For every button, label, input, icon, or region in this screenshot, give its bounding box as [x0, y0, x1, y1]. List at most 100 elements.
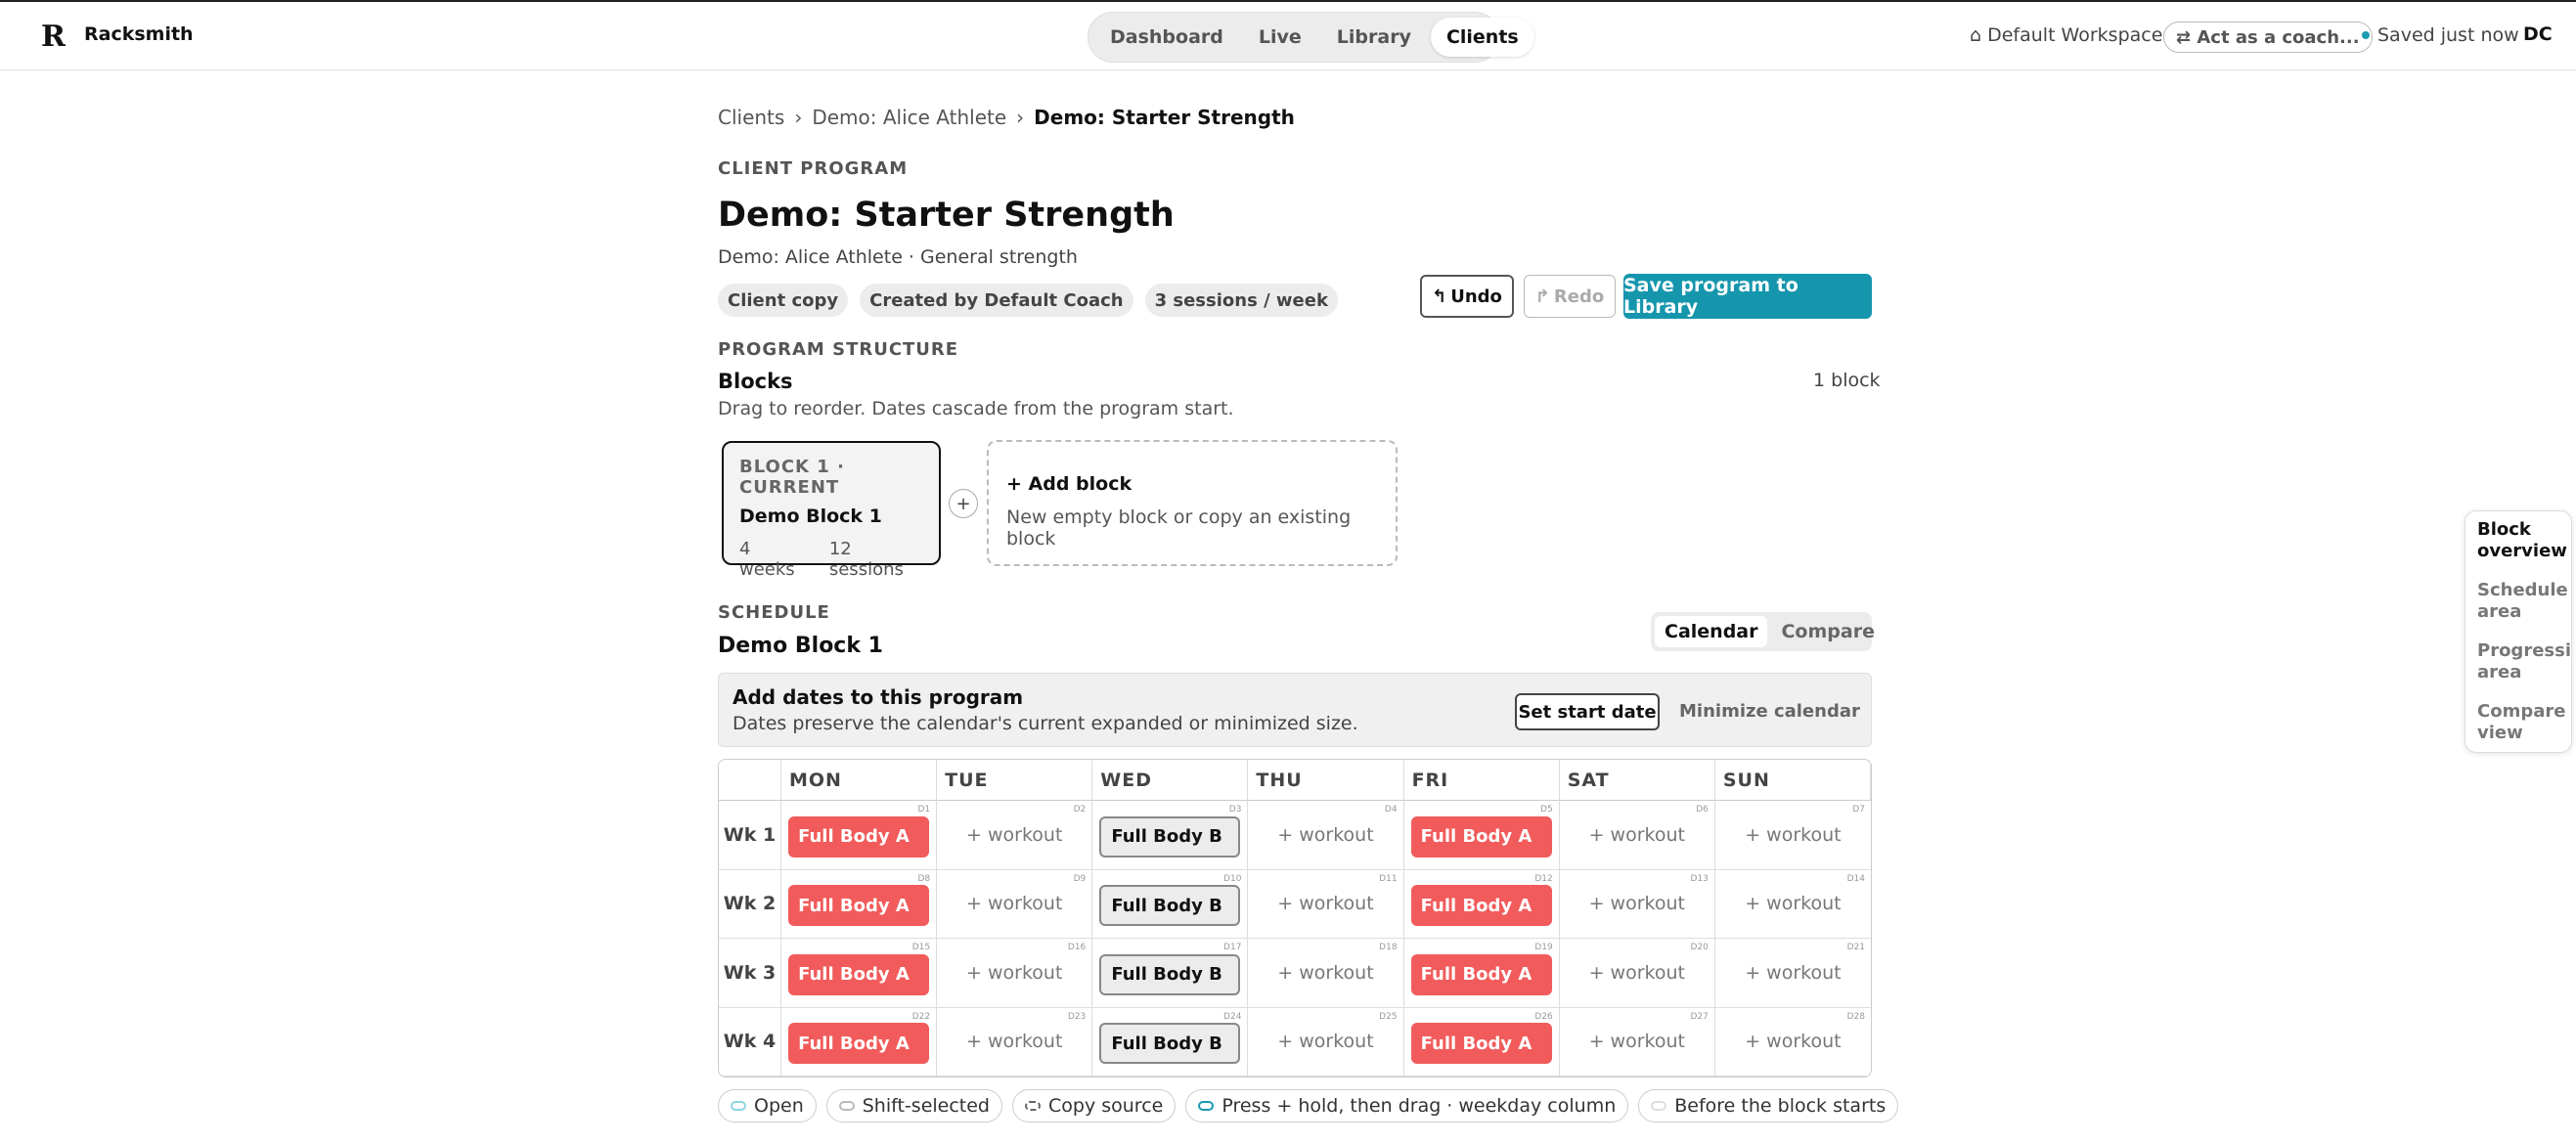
calendar-cell[interactable]: D28 + workout — [1714, 1008, 1871, 1077]
add-workout-button[interactable]: + workout — [1277, 962, 1373, 984]
save-to-library-button[interactable]: Save program to Library — [1623, 274, 1872, 319]
calendar-cell[interactable]: D23 + workout — [937, 1007, 1093, 1077]
calendar-cell[interactable]: D7 + workout — [1714, 801, 1871, 870]
save-status-text: Saved just now — [2377, 24, 2519, 46]
calendar-cell[interactable]: D24 Full Body B — [1092, 1007, 1249, 1077]
redo-label: Redo — [1553, 286, 1605, 307]
calendar-cell[interactable]: D9 + workout — [937, 869, 1093, 939]
workout-chip[interactable]: Full Body A — [788, 885, 930, 927]
calendar-cell[interactable]: D14 + workout — [1714, 870, 1871, 939]
add-workout-button[interactable]: + workout — [1745, 824, 1841, 846]
add-workout-button[interactable]: + workout — [1745, 1031, 1841, 1052]
add-workout-button[interactable]: + workout — [966, 962, 1062, 984]
calendar-cell[interactable]: D17 Full Body B — [1092, 939, 1249, 1008]
calendar-cell[interactable]: D12 Full Body A — [1403, 869, 1560, 939]
program-tags: Client copy Created by Default Coach 3 s… — [718, 284, 1338, 317]
calendar-cell[interactable]: D20 + workout — [1559, 939, 1715, 1008]
section-nav-block-overview[interactable]: Block overview — [2477, 519, 2571, 562]
logo-icon[interactable]: R — [41, 20, 66, 54]
calendar-cell[interactable]: D21 + workout — [1714, 939, 1871, 1008]
add-workout-button[interactable]: + workout — [1589, 893, 1685, 914]
breadcrumb-client[interactable]: Demo: Alice Athlete — [812, 106, 1006, 129]
workout-chip[interactable]: Full Body A — [788, 815, 930, 858]
calendar-cell[interactable]: D1 Full Body A — [781, 801, 938, 870]
add-workout-button[interactable]: + workout — [966, 1031, 1062, 1052]
calendar-cell[interactable]: D15 Full Body A — [781, 939, 938, 1008]
add-workout-button[interactable]: + workout — [1277, 824, 1373, 846]
section-nav-progression[interactable]: Progression area — [2477, 640, 2571, 683]
minimize-calendar-button[interactable]: Minimize calendar — [1679, 701, 1860, 722]
block-weeks: 4 weeks — [739, 539, 795, 580]
legend-swatch-icon — [1651, 1101, 1667, 1111]
day-number: D7 — [1852, 805, 1865, 814]
calendar-cell[interactable]: D26 Full Body A — [1403, 1007, 1560, 1077]
calendar-cell[interactable]: D8 Full Body A — [781, 869, 938, 939]
calendar-cell[interactable]: D19 Full Body A — [1403, 939, 1560, 1008]
workout-chip[interactable]: Full Body A — [1410, 885, 1552, 927]
brand-name: Racksmith — [84, 23, 194, 45]
calendar-cell[interactable]: D13 + workout — [1559, 869, 1715, 939]
add-workout-button[interactable]: + workout — [1745, 962, 1841, 984]
workspace-switcher[interactable]: ⌂ Default Workspace — [1970, 24, 2162, 46]
nav-tab-clients[interactable]: Clients — [1430, 18, 1534, 57]
redo-button[interactable]: ↱ Redo — [1524, 275, 1616, 318]
calendar-cell[interactable]: D4 + workout — [1248, 801, 1404, 870]
nav-tab-live[interactable]: Live — [1243, 18, 1317, 57]
section-nav-schedule[interactable]: Schedule area — [2477, 580, 2571, 623]
view-compare[interactable]: Compare — [1771, 616, 1884, 647]
add-workout-button[interactable]: + workout — [966, 893, 1062, 914]
insert-block-button[interactable]: + — [949, 489, 978, 518]
save-status: Saved just now — [2362, 24, 2519, 46]
calendar-cell[interactable]: D27 + workout — [1559, 1007, 1715, 1077]
set-start-date-button[interactable]: Set start date — [1515, 693, 1660, 730]
workout-chip[interactable]: Full Body A — [1410, 953, 1552, 995]
workout-chip[interactable]: Full Body B — [1099, 885, 1241, 927]
workout-chip[interactable]: Full Body B — [1099, 1023, 1241, 1065]
add-workout-button[interactable]: + workout — [1745, 893, 1841, 914]
calendar-cell[interactable]: D22 Full Body A — [781, 1007, 938, 1077]
schedule-eyebrow: SCHEDULE — [718, 602, 830, 623]
workout-chip[interactable]: Full Body B — [1099, 815, 1241, 858]
legend-swatch-icon — [838, 1101, 855, 1111]
add-workout-button[interactable]: + workout — [1277, 893, 1373, 914]
block-card-1[interactable]: BLOCK 1 · CURRENT Demo Block 1 4 weeks 12… — [722, 441, 941, 580]
view-calendar[interactable]: Calendar — [1655, 616, 1768, 647]
nav-tab-library[interactable]: Library — [1321, 18, 1427, 57]
avatar[interactable]: DC — [2523, 23, 2553, 45]
calendar-cell[interactable]: D18 + workout — [1248, 939, 1404, 1008]
nav-tab-dashboard[interactable]: Dashboard — [1094, 18, 1239, 57]
page-title: Demo: Starter Strength — [718, 196, 1175, 235]
workout-chip[interactable]: Full Body A — [1410, 815, 1552, 858]
workout-chip[interactable]: Full Body B — [1099, 953, 1241, 995]
calendar-cell[interactable]: D3 Full Body B — [1092, 801, 1249, 870]
workout-chip[interactable]: Full Body A — [788, 1023, 930, 1065]
day-header: WED — [1092, 760, 1249, 801]
act-as-coach-button[interactable]: ⇄ Act as a coach... — [2163, 22, 2373, 53]
calendar-cell[interactable]: D16 + workout — [937, 939, 1093, 1008]
tag-created-by: Created by Default Coach — [860, 284, 1133, 317]
calendar-legend: Open Shift-selected Copy source Press + hol… — [718, 1089, 1899, 1122]
undo-button[interactable]: ↰ Undo — [1420, 275, 1514, 318]
add-block-sub: New empty block or copy an existing bloc… — [1006, 506, 1352, 550]
add-workout-button[interactable]: + workout — [1589, 962, 1685, 984]
add-workout-button[interactable]: + workout — [1589, 824, 1685, 846]
workout-chip[interactable]: Full Body A — [788, 953, 930, 995]
calendar-cell[interactable]: D2 + workout — [937, 801, 1093, 870]
add-workout-button[interactable]: + workout — [1277, 1031, 1373, 1052]
legend-swatch-icon — [1025, 1101, 1041, 1111]
add-workout-button[interactable]: + workout — [1589, 1031, 1685, 1052]
status-dot-icon — [2362, 31, 2370, 39]
calendar-cell[interactable]: D25 + workout — [1248, 1007, 1404, 1077]
add-block-card[interactable]: + Add block New empty block or copy an e… — [987, 440, 1398, 566]
workout-chip[interactable]: Full Body A — [1410, 1023, 1552, 1065]
structure-eyebrow: PROGRAM STRUCTURE — [718, 339, 959, 360]
blocks-subheading: Drag to reorder. Dates cascade from the … — [718, 398, 1234, 419]
breadcrumb-clients[interactable]: Clients — [718, 106, 784, 129]
section-nav-compare[interactable]: Compare view — [2477, 701, 2571, 744]
day-number: D20 — [1690, 943, 1709, 952]
calendar-cell[interactable]: D5 Full Body A — [1403, 801, 1560, 870]
add-workout-button[interactable]: + workout — [966, 824, 1062, 846]
calendar-cell[interactable]: D10 Full Body B — [1092, 869, 1249, 939]
calendar-cell[interactable]: D6 + workout — [1559, 801, 1715, 870]
calendar-cell[interactable]: D11 + workout — [1248, 869, 1404, 939]
